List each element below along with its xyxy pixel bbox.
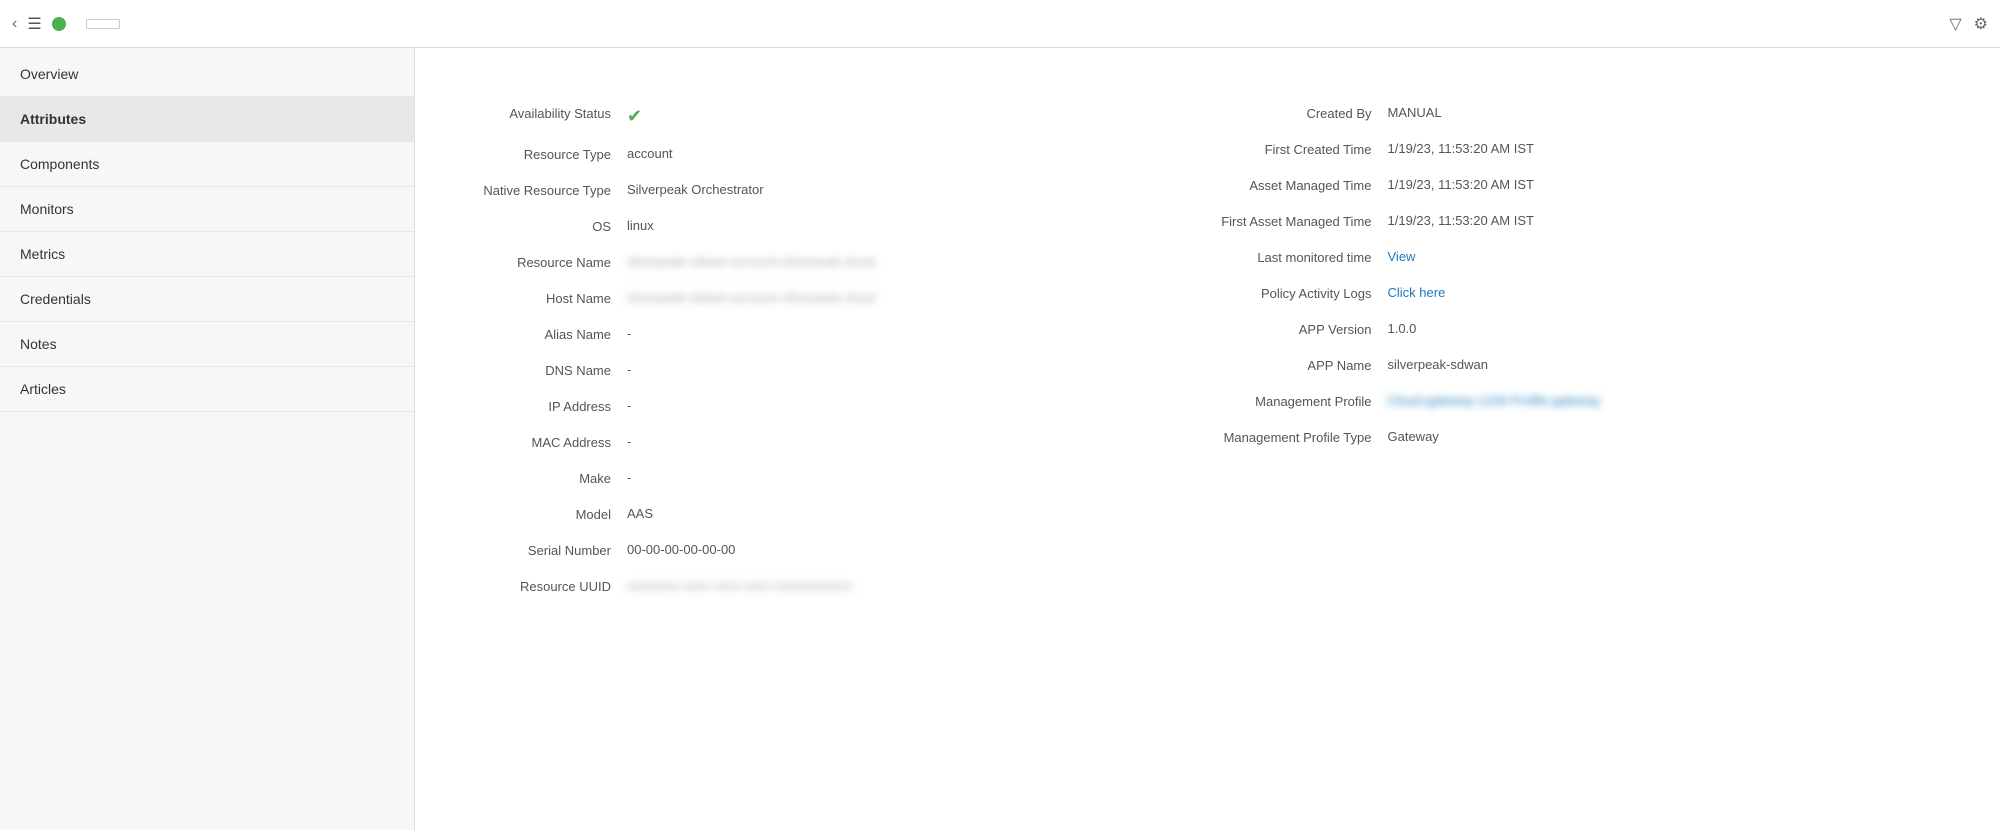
info-value[interactable]: View	[1388, 248, 1969, 266]
info-row: First Created Time1/19/23, 11:53:20 AM I…	[1208, 132, 1969, 168]
top-bar-left: ‹ ☰	[12, 14, 1937, 34]
info-label: Management Profile Type	[1208, 428, 1388, 447]
info-value: 1.0.0	[1388, 320, 1969, 338]
hamburger-icon[interactable]: ☰	[27, 14, 41, 34]
sidebar-item-articles[interactable]: Articles	[0, 367, 414, 412]
info-row: Resource UUIDxxxxxxxx-xxxx-xxxx-xxxx-xxx…	[447, 569, 1208, 605]
info-row: Management Profile TypeGateway	[1208, 420, 1969, 456]
info-value: 1/19/23, 11:53:20 AM IST	[1388, 212, 1969, 230]
info-value: MANUAL	[1388, 104, 1969, 122]
info-row: Resource Typeaccount	[447, 137, 1208, 173]
info-row: Last monitored timeView	[1208, 240, 1969, 276]
info-row: Created ByMANUAL	[1208, 96, 1969, 132]
info-value: -	[627, 433, 1208, 451]
content-area: Availability Status✔Resource Typeaccount…	[415, 48, 2000, 830]
back-button[interactable]	[86, 19, 120, 29]
info-label: APP Name	[1208, 356, 1388, 375]
info-label: Make	[447, 469, 627, 488]
info-label: Serial Number	[447, 541, 627, 560]
info-label: Availability Status	[447, 104, 627, 123]
info-value: -	[627, 361, 1208, 379]
top-bar-right: ▽ ⚙	[1949, 14, 1988, 34]
sidebar: OverviewAttributesComponentsMonitorsMetr…	[0, 48, 415, 830]
sidebar-item-metrics[interactable]: Metrics	[0, 232, 414, 277]
info-row: DNS Name-	[447, 353, 1208, 389]
info-label: Alias Name	[447, 325, 627, 344]
info-row: Asset Managed Time1/19/23, 11:53:20 AM I…	[1208, 168, 1969, 204]
info-value: -	[627, 325, 1208, 343]
left-column: Availability Status✔Resource Typeaccount…	[447, 96, 1208, 605]
filter-icon[interactable]: ▽	[1949, 14, 1961, 34]
info-value: -	[627, 397, 1208, 415]
info-label: Native Resource Type	[447, 181, 627, 200]
info-value[interactable]: Click here	[1388, 284, 1969, 302]
info-label: Resource Name	[447, 253, 627, 272]
sidebar-item-attributes[interactable]: Attributes	[0, 97, 414, 142]
info-row: Management ProfileCloud-gateway-1234 Pro…	[1208, 384, 1969, 420]
info-label: First Asset Managed Time	[1208, 212, 1388, 231]
info-row: Policy Activity LogsClick here	[1208, 276, 1969, 312]
info-label: DNS Name	[447, 361, 627, 380]
info-label: OS	[447, 217, 627, 236]
info-value: xxxxxxxx-xxxx-xxxx-xxxx-xxxxxxxxxxxx	[627, 577, 1208, 595]
info-label: APP Version	[1208, 320, 1388, 339]
info-label: IP Address	[447, 397, 627, 416]
info-value: silverpeak-sdwan	[1388, 356, 1969, 374]
info-label: Resource UUID	[447, 577, 627, 596]
info-row: MAC Address-	[447, 425, 1208, 461]
info-row: Alias Name-	[447, 317, 1208, 353]
main-layout: OverviewAttributesComponentsMonitorsMetr…	[0, 48, 2000, 830]
info-label: Management Profile	[1208, 392, 1388, 411]
sidebar-item-credentials[interactable]: Credentials	[0, 277, 414, 322]
info-label: Host Name	[447, 289, 627, 308]
status-indicator	[52, 17, 66, 31]
info-value: linux	[627, 217, 1208, 235]
info-row: First Asset Managed Time1/19/23, 11:53:2…	[1208, 204, 1969, 240]
info-label: Model	[447, 505, 627, 524]
info-value: 1/19/23, 11:53:20 AM IST	[1388, 176, 1969, 194]
info-row: Native Resource TypeSilverpeak Orchestra…	[447, 173, 1208, 209]
info-label: Resource Type	[447, 145, 627, 164]
info-row: Serial Number00-00-00-00-00-00	[447, 533, 1208, 569]
info-grid: Availability Status✔Resource Typeaccount…	[447, 96, 1968, 605]
sidebar-item-overview[interactable]: Overview	[0, 52, 414, 97]
right-column: Created ByMANUALFirst Created Time1/19/2…	[1208, 96, 1969, 605]
info-row: Availability Status✔	[447, 96, 1208, 137]
info-value: silverpeak-sdwan-account-silverpeak.clou…	[627, 289, 1208, 307]
info-value: account	[627, 145, 1208, 163]
info-value: Gateway	[1388, 428, 1969, 446]
sidebar-item-notes[interactable]: Notes	[0, 322, 414, 367]
info-row: APP Namesilverpeak-sdwan	[1208, 348, 1969, 384]
info-label: First Created Time	[1208, 140, 1388, 159]
info-label: Policy Activity Logs	[1208, 284, 1388, 303]
info-label: Asset Managed Time	[1208, 176, 1388, 195]
top-bar: ‹ ☰ ▽ ⚙	[0, 0, 2000, 48]
info-value[interactable]: Cloud-gateway-1234 Profile-gateway	[1388, 392, 1969, 410]
info-value: 1/19/23, 11:53:20 AM IST	[1388, 140, 1969, 158]
info-value: silverpeak-sdwan-account-silverpeak.clou…	[627, 253, 1208, 271]
info-row: IP Address-	[447, 389, 1208, 425]
info-row: OSlinux	[447, 209, 1208, 245]
info-row: Host Namesilverpeak-sdwan-account-silver…	[447, 281, 1208, 317]
sidebar-item-components[interactable]: Components	[0, 142, 414, 187]
info-row: Make-	[447, 461, 1208, 497]
info-label: MAC Address	[447, 433, 627, 452]
back-chevron-button[interactable]: ‹	[12, 15, 17, 33]
info-value: 00-00-00-00-00-00	[627, 541, 1208, 559]
info-value: Silverpeak Orchestrator	[627, 181, 1208, 199]
info-label: Last monitored time	[1208, 248, 1388, 267]
info-row: Resource Namesilverpeak-sdwan-account-si…	[447, 245, 1208, 281]
info-row: ModelAAS	[447, 497, 1208, 533]
info-value: ✔	[627, 104, 1208, 129]
info-value: -	[627, 469, 1208, 487]
sidebar-item-monitors[interactable]: Monitors	[0, 187, 414, 232]
info-value: AAS	[627, 505, 1208, 523]
info-row: APP Version1.0.0	[1208, 312, 1969, 348]
settings-icon[interactable]: ⚙	[1974, 14, 1988, 34]
info-label: Created By	[1208, 104, 1388, 123]
